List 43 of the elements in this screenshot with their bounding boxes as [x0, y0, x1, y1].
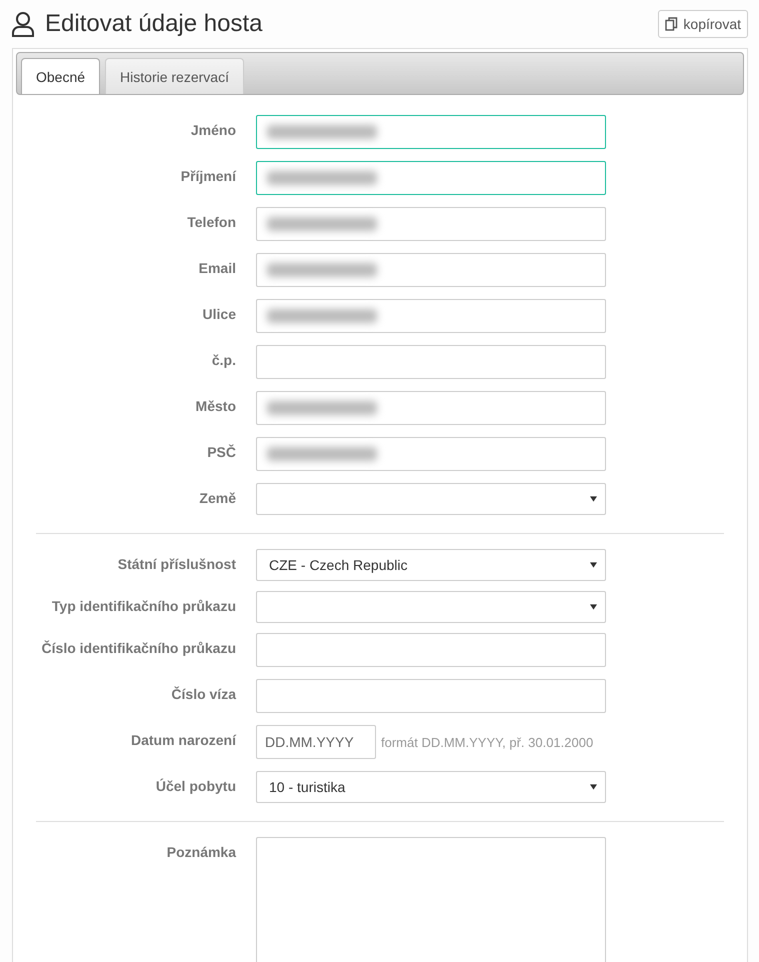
text-field[interactable]	[256, 391, 606, 425]
field-label: Email	[198, 259, 236, 278]
text-field[interactable]	[256, 253, 606, 287]
field-label: Číslo víza	[170, 685, 236, 704]
text-field[interactable]	[256, 633, 606, 667]
caret-icon	[590, 496, 597, 502]
field-label: Příjmení	[180, 167, 236, 186]
text-field[interactable]	[256, 207, 606, 241]
text-field[interactable]	[256, 679, 606, 713]
field-label: Země	[198, 489, 236, 508]
field-label: Datum narození	[130, 731, 236, 750]
tab[interactable]: Obecné	[21, 58, 100, 94]
field-label: Telefon	[186, 213, 236, 232]
field-label: Státní příslušnost	[116, 555, 236, 574]
field-label: Typ identifikačního průkazu	[50, 597, 236, 616]
text-field[interactable]	[256, 437, 606, 471]
date-field[interactable]: DD.MM.YYYY	[256, 725, 376, 759]
caret-icon	[590, 604, 597, 610]
text-field[interactable]	[256, 161, 606, 195]
note-field[interactable]	[256, 837, 606, 962]
field-label: Jméno	[190, 121, 236, 140]
person-icon	[11, 11, 35, 37]
field-label: č.p.	[210, 351, 236, 370]
select-field[interactable]: CZE - Czech Republic	[256, 549, 606, 581]
text-field[interactable]	[256, 115, 606, 149]
page-title: Editovat údaje hosta	[45, 10, 264, 38]
text-field[interactable]	[256, 299, 606, 333]
select-field[interactable]	[256, 591, 606, 623]
select-field[interactable]: 10 - turistika	[256, 771, 606, 803]
field-label: Poznámka	[166, 843, 236, 862]
field-label: Město	[194, 397, 236, 416]
text-field[interactable]	[256, 345, 606, 379]
format-hint: formát DD.MM.YYYY, př. 30.01.2000	[381, 734, 594, 750]
caret-icon	[590, 784, 597, 790]
tab[interactable]: Historie rezervací	[105, 58, 244, 94]
caret-icon	[590, 562, 597, 568]
field-label: PSČ	[206, 443, 236, 462]
copy-icon	[665, 17, 678, 31]
field-label: Ulice	[202, 305, 236, 324]
copy-button[interactable]: kopírovat	[658, 10, 748, 38]
field-label: Číslo identifikačního průkazu	[40, 639, 236, 658]
select-field[interactable]	[256, 483, 606, 515]
field-label: Účel pobytu	[154, 777, 236, 796]
